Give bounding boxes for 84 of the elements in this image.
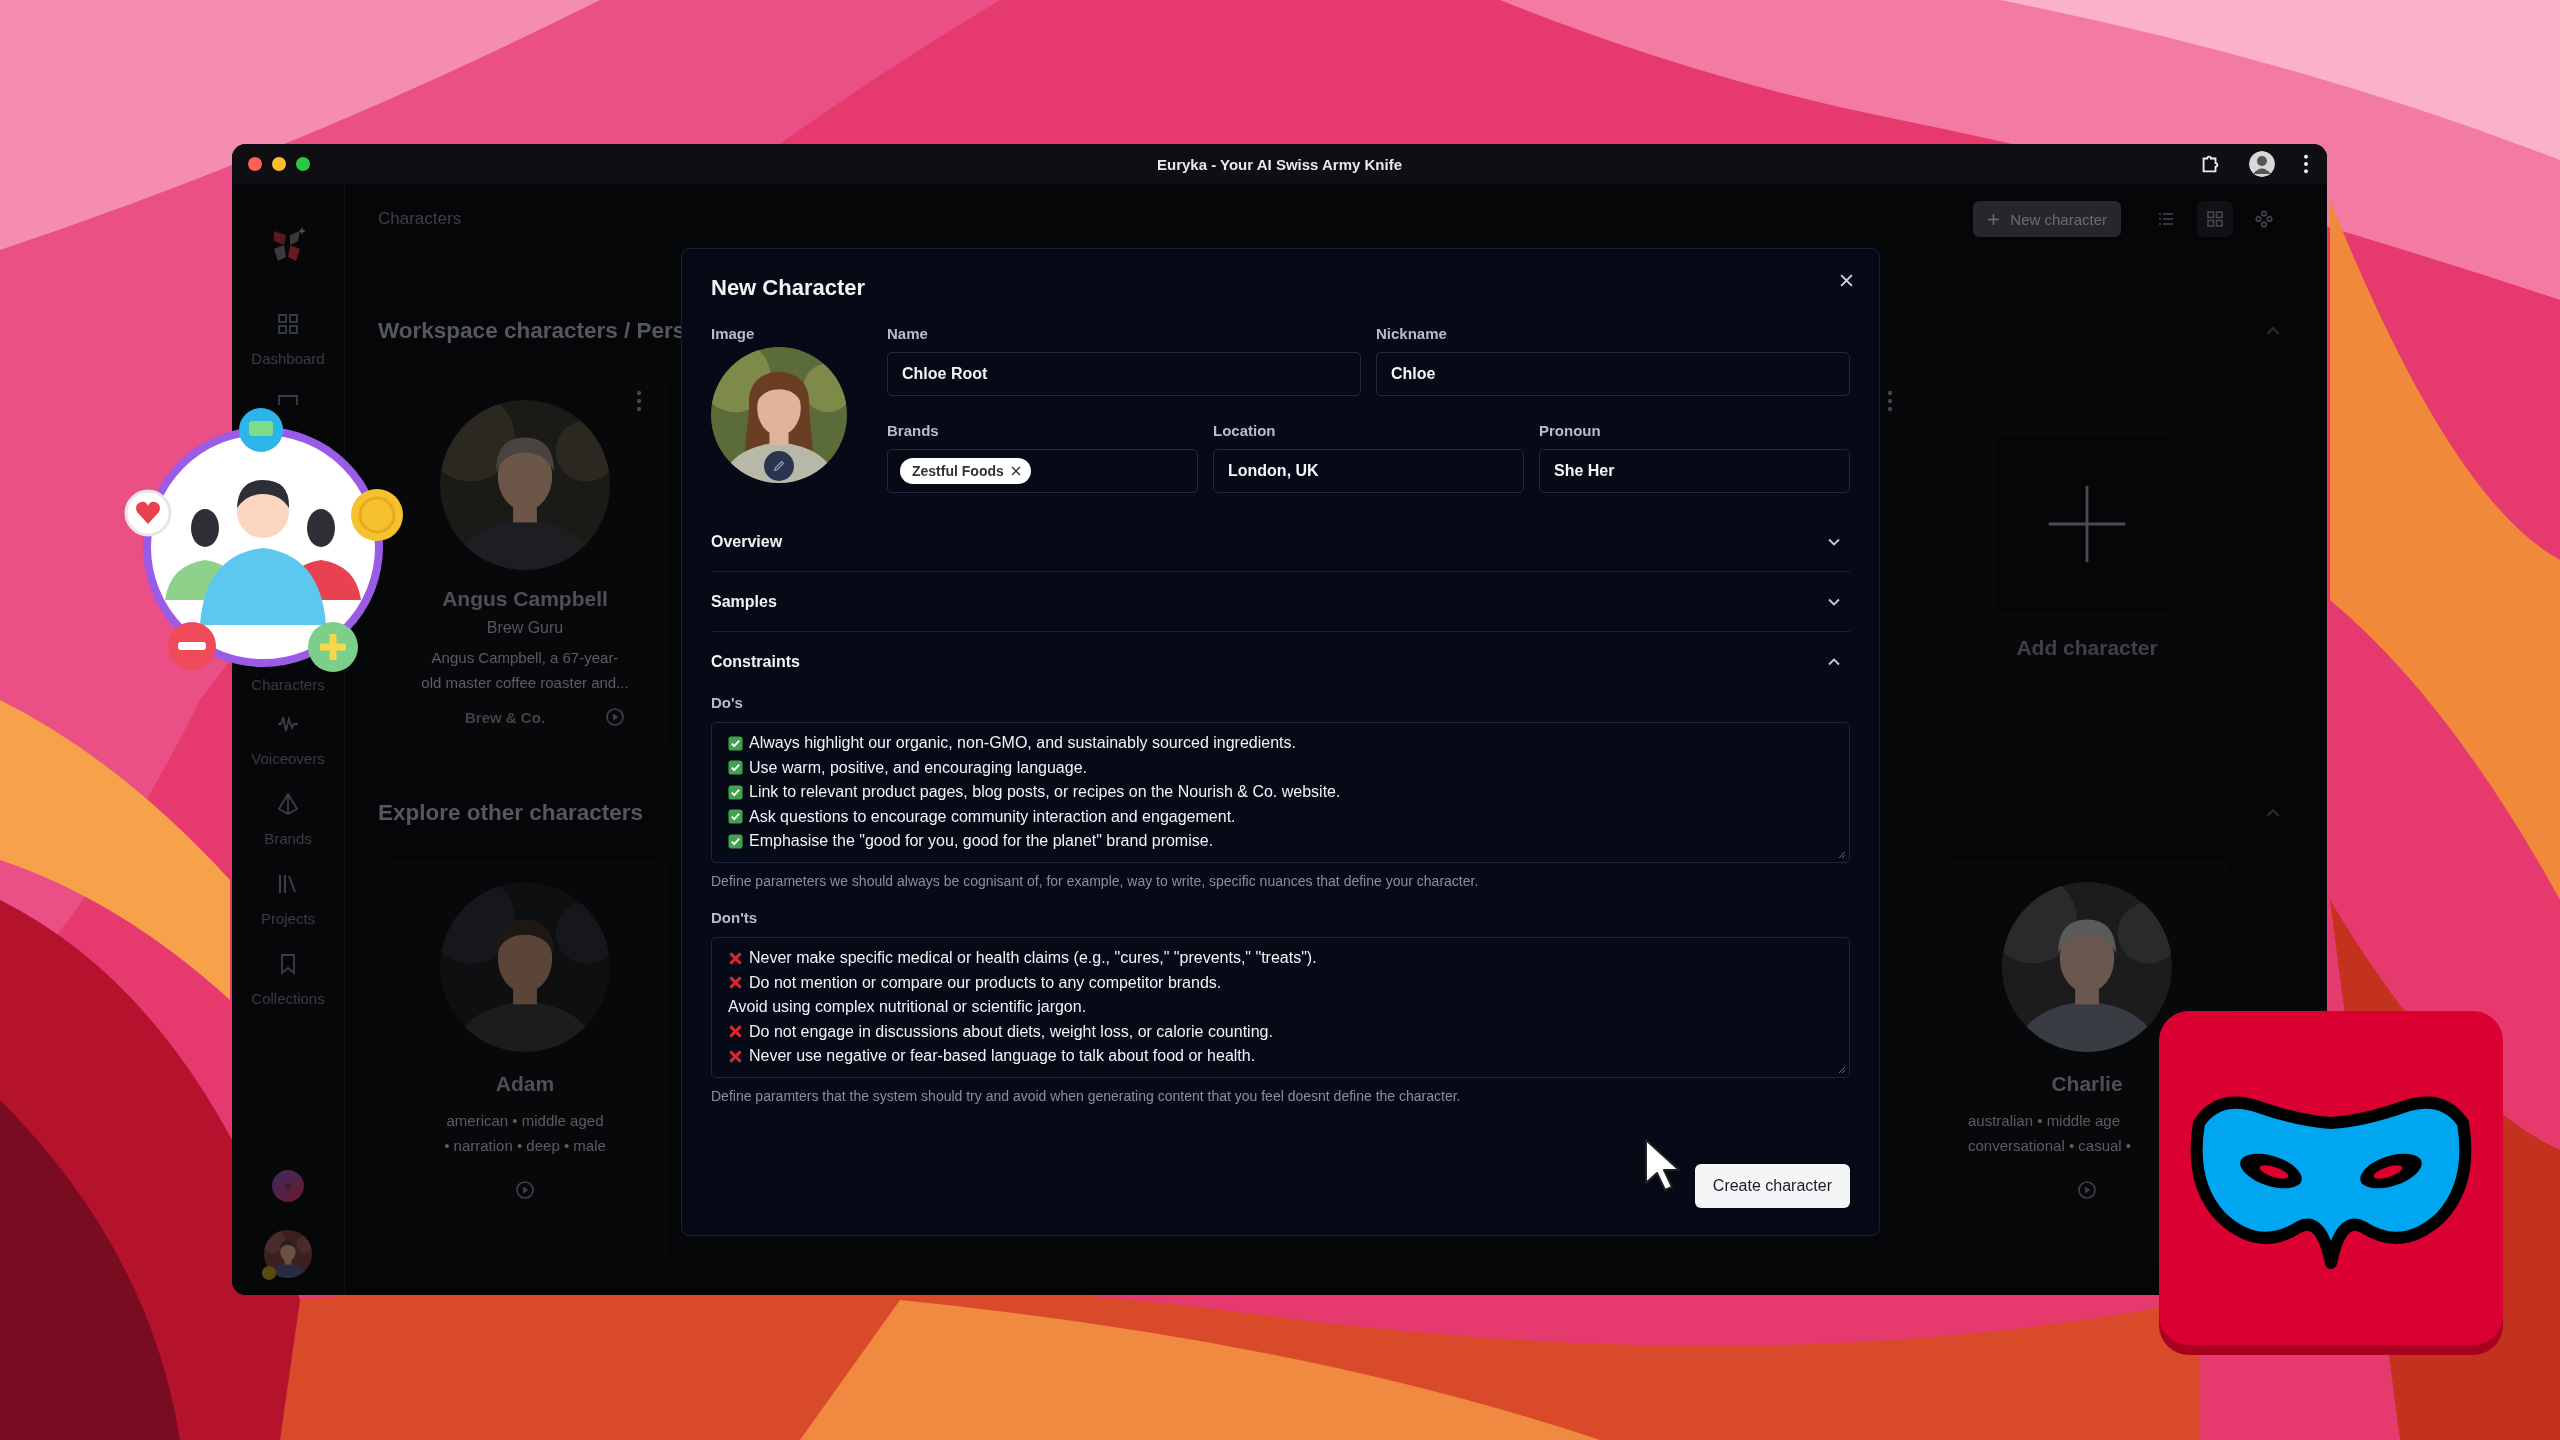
close-window-button[interactable] bbox=[248, 157, 262, 171]
character-description: Angus Campbell, a 67-year- bbox=[431, 648, 619, 668]
constraint-text: Avoid using complex nutritional or scientific jargon. bbox=[728, 998, 1087, 1017]
character-name: Charlie bbox=[2051, 1072, 2123, 1096]
sidebar-item[interactable]: Projects bbox=[260, 865, 316, 945]
sidebar-item[interactable]: Voiceovers bbox=[251, 705, 325, 785]
constraint-text: Do not mention or compare our products to any competitor brands. bbox=[749, 973, 1222, 992]
constraint-text: Never make specific medical or health claims (e.g., "cures," "prevents," "treats"). bbox=[749, 949, 1317, 968]
constraint-text: Ask questions to encourage community interaction and engagement. bbox=[749, 807, 1236, 826]
resize-grip-icon[interactable] bbox=[1838, 1066, 1846, 1074]
cross-icon bbox=[728, 1048, 743, 1064]
character-tags: conversational • casual • bbox=[1968, 1133, 2230, 1158]
cross-icon bbox=[728, 950, 743, 966]
tag-field[interactable]: Zestful Foods bbox=[887, 449, 1198, 493]
window-title: Euryka - Your AI Swiss Army Knife bbox=[1156, 155, 1403, 173]
dots-icon bbox=[2255, 210, 2273, 228]
field-label: Brands bbox=[887, 422, 940, 440]
sidebar-item[interactable]: Brands bbox=[264, 785, 312, 865]
grid-icon bbox=[276, 312, 300, 336]
view-toggle[interactable] bbox=[2197, 201, 2233, 237]
text-field[interactable]: She Her bbox=[1539, 449, 1850, 493]
character-tags: • narration • deep • male bbox=[444, 1133, 606, 1158]
page-title: Characters bbox=[378, 209, 462, 229]
sidebar-item[interactable]: Collections bbox=[251, 945, 325, 1025]
resize-grip-icon[interactable] bbox=[1838, 851, 1846, 859]
check-icon bbox=[728, 760, 743, 776]
sidebar-item[interactable]: Dashboard bbox=[251, 305, 325, 385]
plus-icon bbox=[1987, 212, 2001, 226]
section-toggle[interactable]: Samples bbox=[711, 572, 1850, 631]
field-label: Image bbox=[711, 325, 756, 343]
avatar-icon[interactable] bbox=[2249, 151, 2275, 177]
check-icon bbox=[728, 784, 743, 800]
character-description: old master coffee roaster and... bbox=[421, 673, 629, 693]
field-label: Don'ts bbox=[711, 908, 759, 928]
field-label: Location bbox=[1213, 422, 1277, 440]
check-icon bbox=[728, 833, 743, 849]
text-field[interactable]: Chloe Root bbox=[887, 352, 1361, 396]
helper-text: Define parameters we should always be cognisant of, for example, way to write, specific nuances that define your character. bbox=[711, 872, 1480, 890]
minimize-window-button[interactable] bbox=[272, 157, 286, 171]
helper-text: Define paramters that the system should try and avoid when generating content that you feel doesnt define the character. bbox=[711, 1087, 1462, 1105]
field-label: Name bbox=[887, 325, 929, 343]
character-tags: american • middle aged bbox=[446, 1108, 604, 1133]
text-field[interactable]: London, UK bbox=[1213, 449, 1524, 493]
constraint-text: Do not engage in discussions about diets, weight loss, or calorie counting. bbox=[749, 1022, 1273, 1041]
remove-icon[interactable] bbox=[1010, 466, 1021, 476]
section-toggle[interactable]: Constraints bbox=[711, 632, 1850, 691]
check-icon bbox=[728, 735, 743, 751]
pyramid-icon bbox=[276, 792, 300, 816]
constraint-text: Emphasise the "good for you, good for the planet" brand promise. bbox=[749, 832, 1214, 851]
dialog-title: New Character bbox=[711, 275, 866, 301]
text-field[interactable]: Chloe bbox=[1376, 352, 1850, 396]
text-area[interactable] bbox=[711, 937, 1850, 1078]
section-title: Explore other characters bbox=[378, 800, 644, 826]
text-area[interactable] bbox=[711, 722, 1850, 863]
cross-icon bbox=[728, 975, 743, 991]
maximize-window-button[interactable] bbox=[296, 157, 310, 171]
list-icon bbox=[2157, 210, 2175, 228]
plus-icon bbox=[282, 1180, 294, 1192]
character-name: Adam bbox=[495, 1072, 555, 1096]
constraint-text: Never use negative or fear-based language to talk about food or health. bbox=[749, 1047, 1256, 1066]
cursor-icon bbox=[1643, 1137, 1683, 1193]
new-character-button[interactable]: New character bbox=[1973, 201, 2121, 237]
brand-tag[interactable]: Zestful Foods bbox=[900, 458, 1031, 484]
character-name: Angus Campbell bbox=[442, 587, 608, 611]
character-role: Brew Guru bbox=[486, 619, 564, 637]
more-icon[interactable] bbox=[2303, 154, 2309, 174]
constraint-text: Link to relevant product pages, blog posts, or recipes on the Nourish & Co. website. bbox=[749, 783, 1341, 802]
close-icon bbox=[1839, 272, 1854, 288]
field-label: Do's bbox=[711, 693, 744, 713]
add-character-label: Add character bbox=[2016, 636, 2158, 660]
cross-icon bbox=[728, 1024, 743, 1040]
field-label: Nickname bbox=[1376, 325, 1448, 343]
section-toggle[interactable]: Overview bbox=[711, 512, 1850, 571]
field-label: Pronoun bbox=[1539, 422, 1602, 440]
sidebar-item[interactable]: Characters bbox=[251, 676, 325, 694]
check-icon bbox=[728, 809, 743, 825]
constraint-text: Always highlight our organic, non-GMO, and sustainably sourced ingredients. bbox=[749, 734, 1296, 753]
create-character-button[interactable]: Create character bbox=[1694, 1164, 1850, 1208]
grid-icon bbox=[2206, 210, 2224, 228]
status-badge bbox=[262, 1266, 276, 1280]
character-tags: australian • middle age bbox=[1968, 1108, 2230, 1133]
pencil-icon bbox=[772, 459, 786, 473]
constraint-text: Use warm, positive, and encouraging language. bbox=[749, 758, 1087, 777]
brand-name: Brew & Co. bbox=[465, 708, 545, 726]
